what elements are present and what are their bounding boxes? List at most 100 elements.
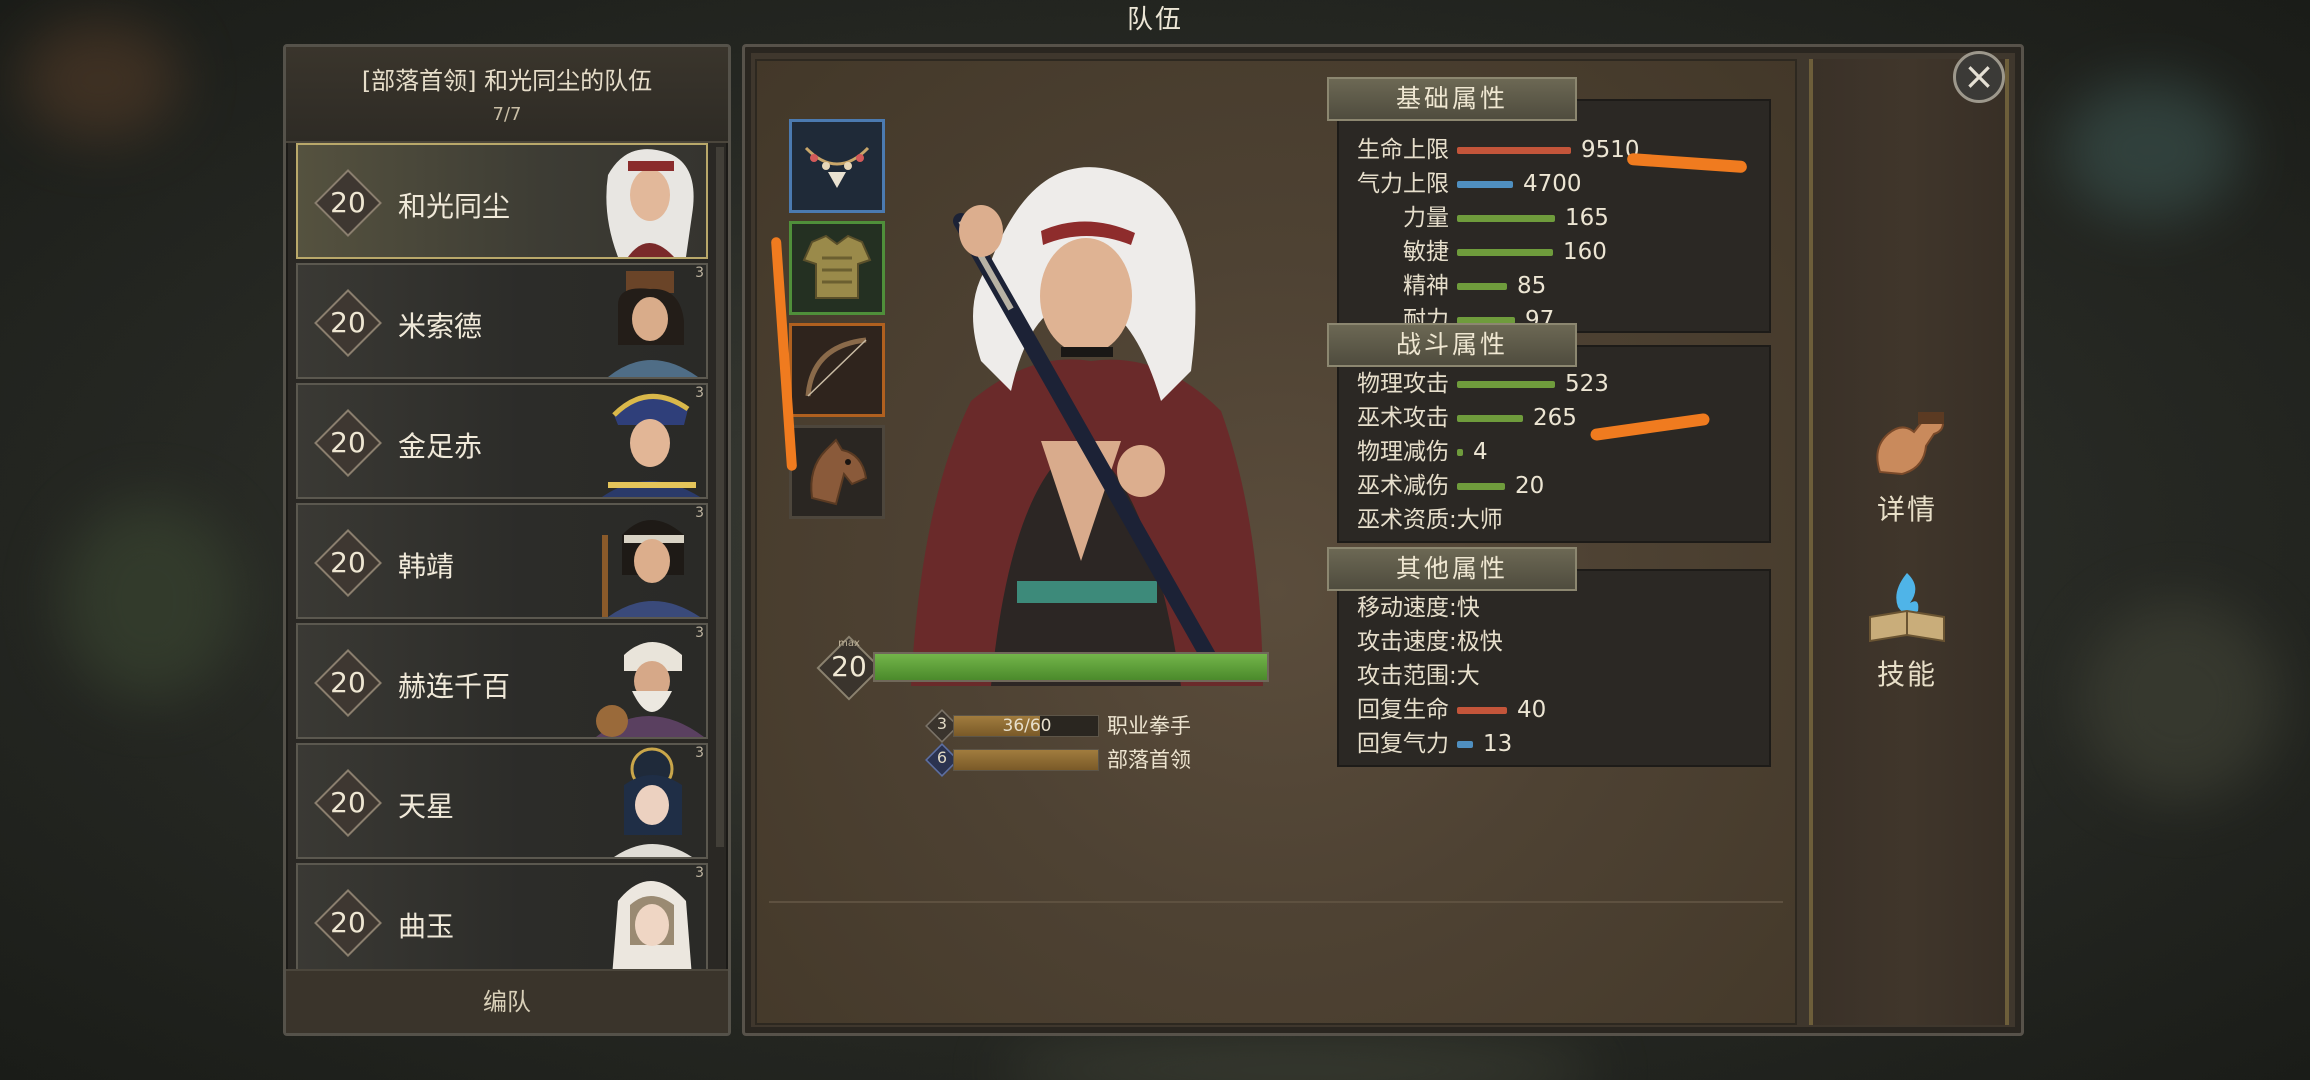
rank-label: 部落首领 (1107, 748, 1191, 772)
hero-portrait (612, 881, 692, 977)
hero-row-selected[interactable]: 20 和光同尘 (296, 143, 708, 259)
hero-level-badge: 20 (314, 169, 382, 237)
stat-value: 40 (1517, 697, 1547, 723)
hero-portrait (602, 394, 700, 497)
hero-level-badge: 20 (314, 769, 382, 837)
stat-name: 力量 (1403, 205, 1449, 231)
hero-rank-tag: 3 (695, 385, 704, 401)
mount-slot[interactable] (789, 425, 885, 519)
other-stats-box: 移动速度:快 攻击速度:极快 攻击范围:大 回复生命 40 回复气力 13 (1337, 569, 1771, 767)
hero-name: 曲玉 (398, 910, 455, 943)
rank-row: 6 部落首领 (925, 743, 1227, 777)
stat-name: 攻击范围 (1357, 663, 1449, 689)
stat-name: 气力上限 (1357, 171, 1449, 197)
stat-bar (1457, 249, 1553, 256)
combat-stats-box: 物理攻击 523 巫术攻击 265 物理减伤 4 巫术减伤 20 巫术资质 :大师 (1337, 345, 1771, 543)
stat-value: 4700 (1523, 171, 1582, 197)
hero-portrait (614, 747, 692, 857)
stat-line: 精神 85 (1339, 269, 1769, 303)
other-stats-header: 其他属性 (1327, 547, 1577, 591)
basic-stats-header: 基础属性 (1327, 77, 1577, 121)
skills-button[interactable]: 技能 (1842, 567, 1972, 697)
window-title: 队伍 (1126, 5, 1183, 35)
stat-name: 物理攻击 (1357, 371, 1449, 397)
character-portrait (911, 167, 1263, 686)
stat-name: 攻击速度 (1357, 629, 1449, 655)
stat-bar (1457, 215, 1555, 222)
stat-value: :极快 (1449, 629, 1503, 655)
stat-bar (1457, 449, 1463, 456)
exp-progress-track (873, 652, 1269, 682)
stat-line: 移动速度:快 (1339, 591, 1769, 625)
hero-row[interactable]: 20 米索德 3 (296, 263, 708, 379)
hero-portrait (596, 642, 704, 737)
divider (769, 901, 1783, 903)
hero-row[interactable]: 20 赫连千百 3 (296, 623, 708, 739)
armor-slot[interactable] (789, 221, 885, 315)
stat-name: 移动速度 (1357, 595, 1449, 621)
formation-button[interactable]: 编队 (286, 969, 728, 1033)
stat-value: 85 (1517, 273, 1547, 299)
stat-bar (1457, 381, 1555, 388)
stat-value: 165 (1565, 205, 1609, 231)
hero-name: 韩靖 (398, 550, 455, 583)
stat-value: :大 (1449, 663, 1480, 689)
stat-value: 20 (1515, 473, 1545, 499)
roster-scrollbar[interactable] (716, 147, 724, 847)
stat-name: 敏捷 (1403, 239, 1449, 265)
details-label: 详情 (1876, 493, 1937, 526)
stat-line: 攻击范围:大 (1339, 659, 1769, 693)
hero-rank-tag: 3 (695, 505, 704, 521)
stat-name: 巫术资质 (1357, 507, 1449, 533)
necklace-slot[interactable] (789, 119, 885, 213)
hero-row[interactable]: 20 曲玉 3 (296, 863, 708, 979)
weapon-slot[interactable] (789, 323, 885, 417)
close-button[interactable]: × (1953, 51, 2005, 103)
hero-level-badge: 20 (314, 289, 382, 357)
details-button[interactable]: 详情 (1842, 402, 1972, 532)
team-title: [部落首领] 和光同尘的队伍 (361, 67, 653, 95)
stat-name: 物理减伤 (1357, 439, 1449, 465)
stat-name: 精神 (1403, 273, 1449, 299)
stat-value: :快 (1449, 595, 1480, 621)
hero-portrait (608, 271, 698, 377)
hero-level-badge: 20 (314, 529, 382, 597)
stat-line: 回复生命 40 (1339, 693, 1769, 727)
armor-icon (802, 234, 872, 299)
flexed-arm-icon (1876, 412, 1944, 476)
level-exp-bar: max 20 (816, 635, 1269, 701)
hero-name: 米索德 (398, 310, 483, 343)
hero-rank-tag: 3 (695, 625, 704, 641)
hero-row[interactable]: 20 金足赤 3 (296, 383, 708, 499)
stat-value: 523 (1565, 371, 1609, 397)
hero-level-badge: 20 (314, 409, 382, 477)
profession-progress-text: 36/60 (1002, 716, 1052, 736)
spellbook-icon (1869, 573, 1945, 643)
stat-line: 敏捷 160 (1339, 235, 1769, 269)
hero-name: 和光同尘 (398, 190, 511, 223)
stat-value: :大师 (1449, 507, 1503, 533)
stat-name: 巫术攻击 (1357, 405, 1449, 431)
side-menu-rail (1809, 59, 2009, 1025)
exp-progress-fill (875, 654, 1267, 680)
stat-bar (1457, 181, 1513, 188)
rank-progress-track (953, 749, 1099, 771)
character-detail-content: max 20 3 36/60 职业拳手 6 部落首领 生命上限 9510 气力上… (755, 59, 1797, 1025)
stat-bar (1457, 707, 1507, 714)
hero-name: 金足赤 (398, 430, 483, 463)
combat-stats-header: 战斗属性 (1327, 323, 1577, 367)
profession-progress-track: 36/60 (953, 715, 1099, 737)
stat-value: 13 (1483, 731, 1513, 757)
stat-bar (1457, 483, 1505, 490)
stat-line: 巫术减伤 20 (1339, 469, 1769, 503)
hero-level-badge: 20 (314, 889, 382, 957)
stat-line: 力量 165 (1339, 201, 1769, 235)
stat-bar (1457, 283, 1507, 290)
bow-icon (805, 337, 867, 397)
stat-value: 265 (1533, 405, 1577, 431)
stat-name: 回复气力 (1357, 731, 1449, 757)
hero-row[interactable]: 20 天星 3 (296, 743, 708, 859)
horse-icon (810, 438, 868, 506)
stat-line-magic-aptitude: 巫术资质 :大师 (1339, 503, 1769, 537)
hero-row[interactable]: 20 韩靖 3 (296, 503, 708, 619)
